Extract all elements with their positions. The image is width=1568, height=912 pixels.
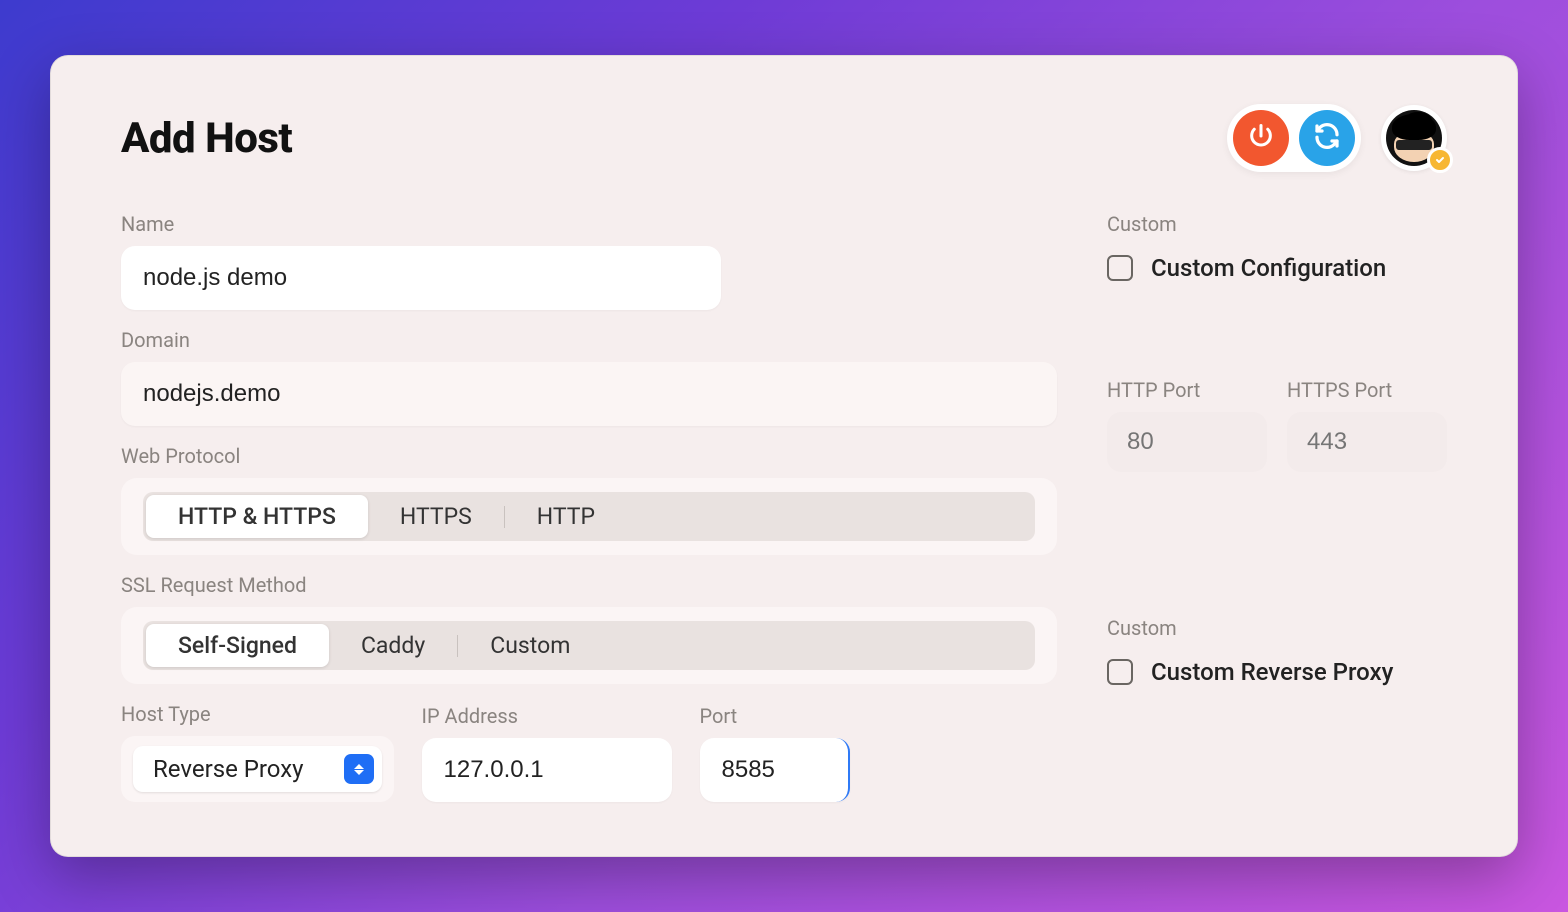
- domain-label: Domain: [121, 328, 1057, 352]
- web-protocol-label: Web Protocol: [121, 444, 1057, 468]
- http-port-input[interactable]: [1107, 412, 1267, 472]
- user-avatar[interactable]: [1381, 105, 1447, 171]
- protocol-option-http[interactable]: HTTP: [505, 495, 627, 538]
- custom-reverse-proxy-checkbox[interactable]: [1107, 659, 1133, 685]
- refresh-icon: [1312, 121, 1342, 155]
- port-input[interactable]: [700, 738, 850, 802]
- ip-address-input[interactable]: [422, 738, 672, 802]
- action-pill: [1227, 104, 1361, 172]
- ssl-option-self-signed[interactable]: Self-Signed: [146, 624, 329, 667]
- add-host-window: Add Host: [50, 55, 1518, 857]
- ssl-option-custom[interactable]: Custom: [458, 624, 602, 667]
- custom-section2-label: Custom: [1107, 616, 1447, 640]
- protocol-option-https[interactable]: HTTPS: [368, 495, 504, 538]
- power-icon: [1247, 122, 1275, 154]
- verified-badge-icon: [1427, 147, 1453, 173]
- header: Add Host: [121, 104, 1447, 172]
- ssl-method-label: SSL Request Method: [121, 573, 1057, 597]
- custom-configuration-checkbox[interactable]: [1107, 255, 1133, 281]
- header-actions: [1227, 104, 1447, 172]
- ip-address-label: IP Address: [422, 704, 672, 728]
- host-type-value: Reverse Proxy: [153, 755, 304, 783]
- chevron-updown-icon: [344, 754, 374, 784]
- https-port-label: HTTPS Port: [1287, 378, 1447, 402]
- protocol-option-http-https[interactable]: HTTP & HTTPS: [146, 495, 368, 538]
- name-label: Name: [121, 212, 1057, 236]
- https-port-input[interactable]: [1287, 412, 1447, 472]
- ssl-method-segmented: Self-Signed Caddy Custom: [121, 607, 1057, 684]
- refresh-button[interactable]: [1299, 110, 1355, 166]
- ssl-option-caddy[interactable]: Caddy: [329, 624, 457, 667]
- host-type-label: Host Type: [121, 702, 394, 726]
- web-protocol-segmented: HTTP & HTTPS HTTPS HTTP: [121, 478, 1057, 555]
- http-port-label: HTTP Port: [1107, 378, 1267, 402]
- port-label: Port: [700, 704, 850, 728]
- custom-configuration-label: Custom Configuration: [1151, 254, 1386, 282]
- domain-input[interactable]: [121, 362, 1057, 426]
- host-type-select[interactable]: Reverse Proxy: [121, 736, 394, 802]
- power-button[interactable]: [1233, 110, 1289, 166]
- page-title: Add Host: [121, 114, 292, 163]
- custom-section-label: Custom: [1107, 212, 1447, 236]
- name-input[interactable]: [121, 246, 721, 310]
- custom-reverse-proxy-label: Custom Reverse Proxy: [1151, 658, 1393, 686]
